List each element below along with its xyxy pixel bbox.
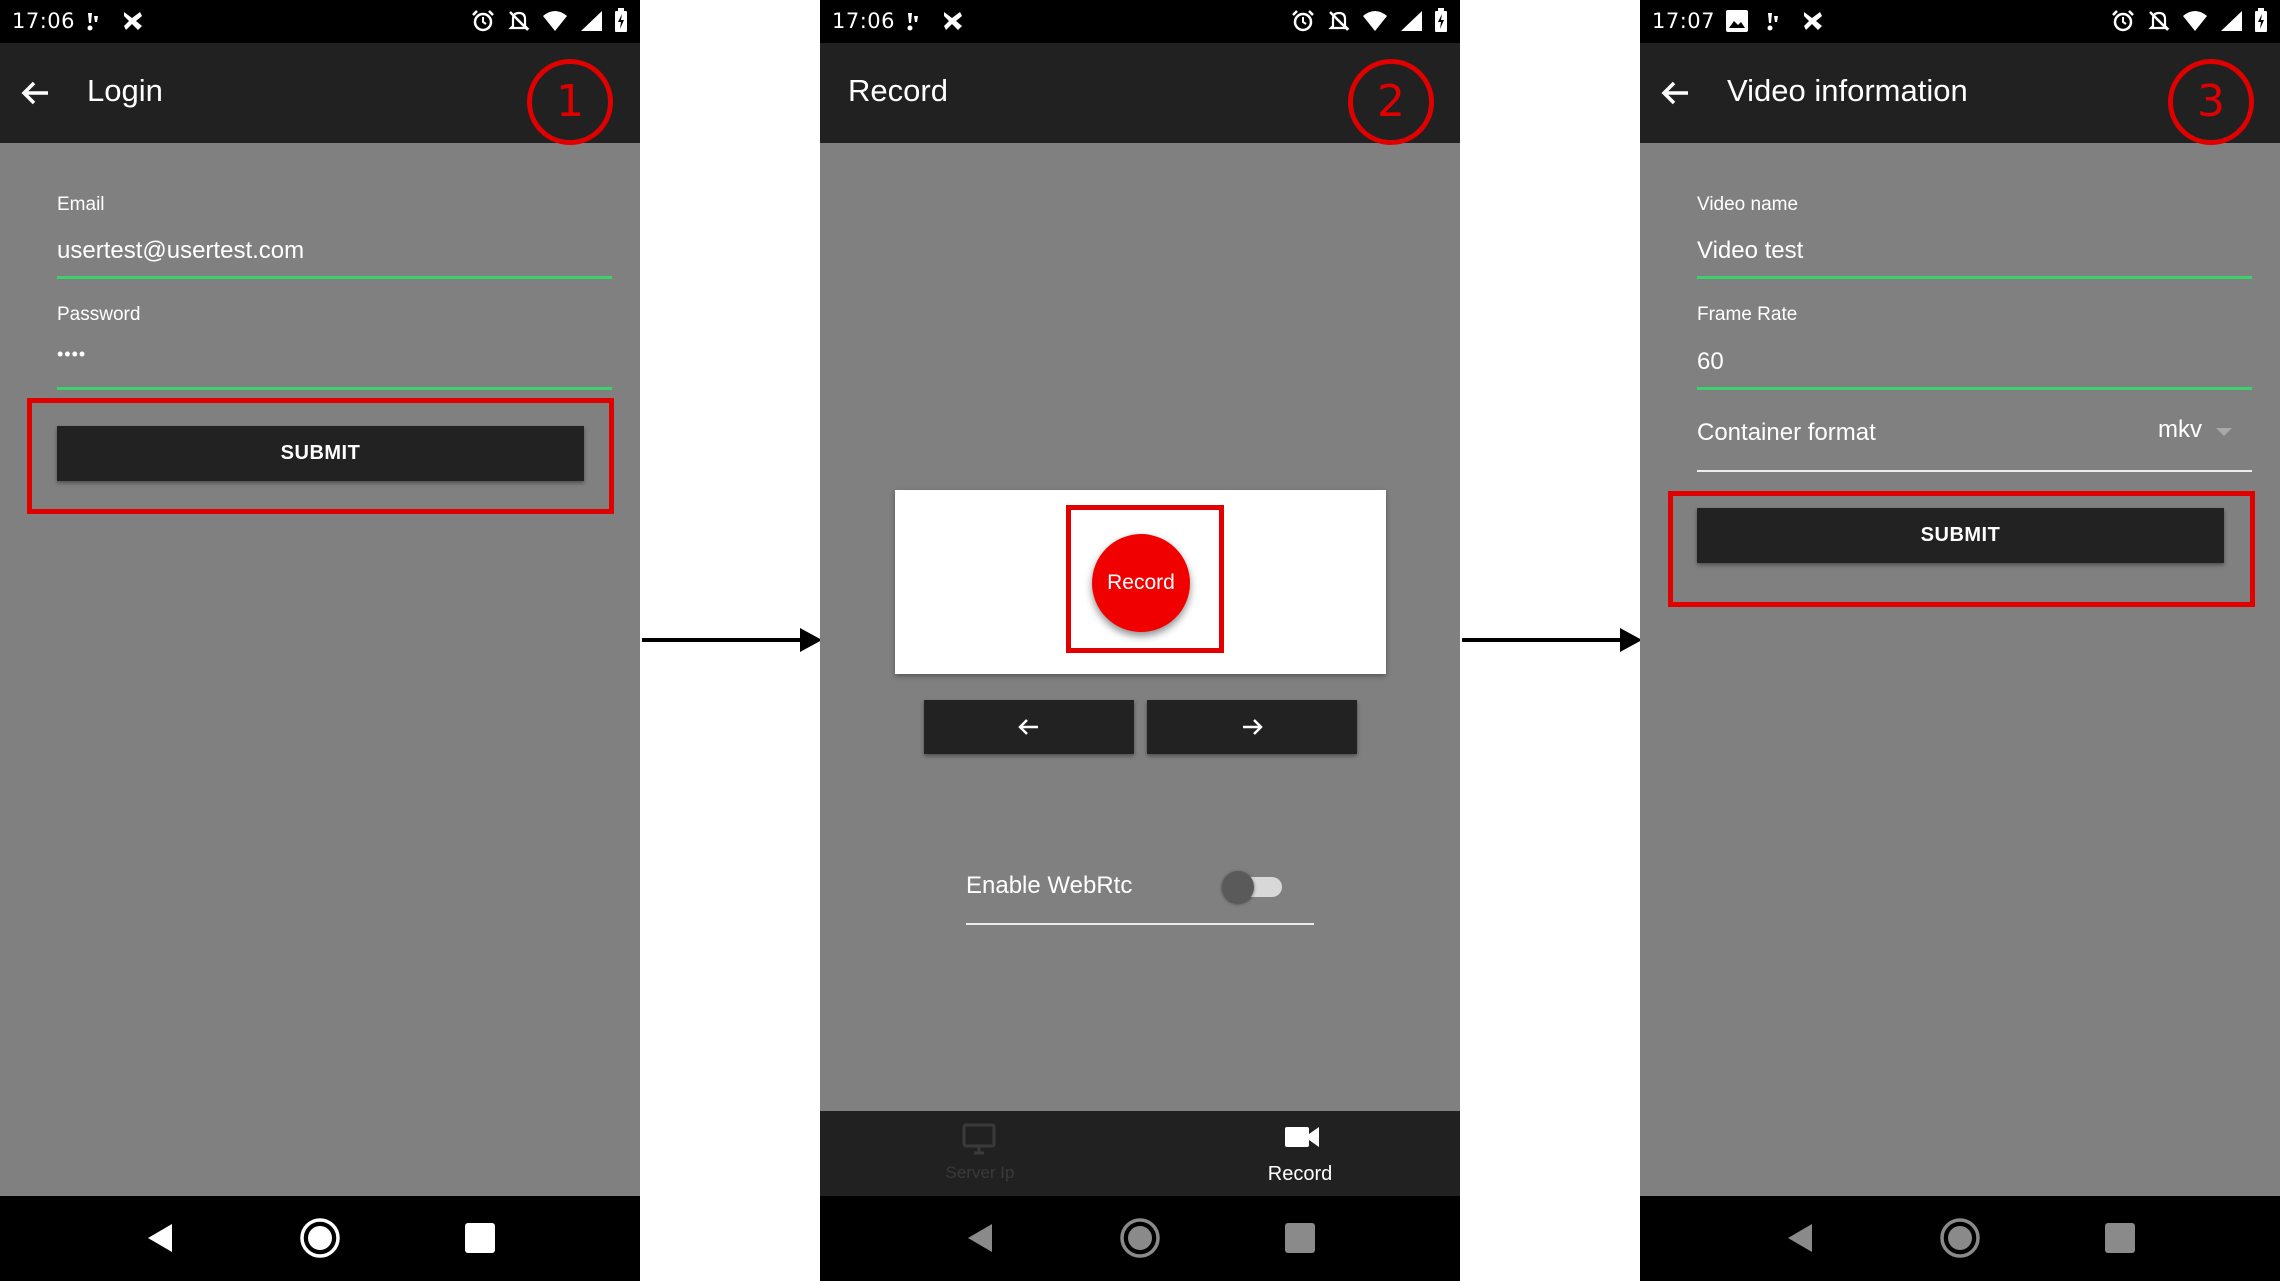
notifications-off-icon [508, 11, 530, 31]
bottom-navigation: Server Ip Record [820, 1111, 1460, 1196]
battery-icon [2255, 8, 2267, 32]
nav-tab-label: Record [1267, 1163, 1333, 1185]
container-format-label: Container format [1697, 419, 1876, 446]
submit-button[interactable]: SUBMIT [1697, 508, 2224, 563]
webrtc-toggle-label: Enable WebRtc [966, 872, 1133, 899]
back-arrow-icon[interactable] [1658, 75, 1694, 111]
video-name-field[interactable]: Video test [1697, 237, 1803, 265]
status-bar: 17:06 [820, 0, 1460, 43]
toggle-underline [966, 923, 1314, 925]
email-label: Email [57, 194, 105, 215]
notifications-off-icon [2148, 11, 2170, 31]
app-notification-icon [1804, 12, 1822, 30]
step-number-badge: 2 [1348, 59, 1434, 145]
page-title: Login [87, 73, 163, 108]
nav-recents-icon[interactable] [465, 1223, 495, 1253]
wifi-icon [1363, 11, 1387, 31]
notification-icons [902, 8, 966, 34]
alarm-icon [2112, 10, 2134, 32]
frame-rate-field[interactable]: 60 [1697, 348, 1724, 376]
nav-tab-server-ip[interactable]: Server Ip [820, 1111, 1140, 1196]
status-time: 17:07 [1652, 9, 1716, 33]
signal-icon [2221, 11, 2242, 31]
alarm-icon [472, 10, 494, 32]
signal-icon [1401, 11, 1422, 31]
arrow-right-icon [1243, 719, 1263, 735]
video-information-screen: 17:07 Video information 3 Video name Vid… [1640, 0, 2280, 1281]
previous-button[interactable] [924, 700, 1134, 754]
step-number-badge: 1 [527, 59, 613, 145]
nav-recents-icon[interactable] [1285, 1223, 1315, 1253]
email-field[interactable]: usertest@usertest.com [57, 237, 304, 265]
container-format-select[interactable]: mkv [2158, 416, 2202, 444]
nav-back-icon[interactable] [1782, 1220, 1818, 1256]
battery-icon [615, 8, 627, 32]
step-number-badge: 3 [2168, 59, 2254, 145]
system-icons [470, 8, 628, 34]
notification-icon [87, 13, 98, 31]
record-card: Record [895, 490, 1386, 674]
status-bar: 17:06 [0, 0, 640, 43]
wifi-icon [543, 11, 567, 31]
status-time: 17:06 [12, 9, 76, 33]
container-format-underline [1697, 470, 2252, 472]
nav-home-icon[interactable] [1938, 1216, 1982, 1260]
notification-icons [82, 8, 146, 34]
app-notification-icon [124, 12, 142, 30]
webrtc-toggle[interactable] [1222, 871, 1286, 903]
signal-icon [581, 11, 602, 31]
monitor-icon [962, 1123, 996, 1155]
system-nav-bar [820, 1196, 1460, 1281]
notification-icons [1724, 8, 1826, 34]
next-button[interactable] [1147, 700, 1357, 754]
submit-button[interactable]: SUBMIT [57, 426, 584, 481]
system-icons [1290, 8, 1448, 34]
system-nav-bar [0, 1196, 640, 1281]
frame-rate-underline [1697, 387, 2252, 390]
page-title: Video information [1727, 73, 1968, 108]
status-time: 17:06 [832, 9, 896, 33]
nav-tab-label: Server Ip [945, 1163, 1015, 1182]
video-name-label: Video name [1697, 194, 1799, 215]
nav-back-icon[interactable] [142, 1220, 178, 1256]
arrow-left-icon [1018, 719, 1038, 735]
nav-tab-record[interactable]: Record [1140, 1111, 1460, 1196]
flow-arrow [642, 628, 822, 652]
nav-home-icon[interactable] [1118, 1216, 1162, 1260]
frame-rate-label: Frame Rate [1697, 304, 1798, 325]
wifi-icon [2183, 11, 2207, 31]
login-screen: 17:06 Login 1 Email usertest@usertest.co… [0, 0, 640, 1281]
alarm-icon [1292, 10, 1314, 32]
image-icon [1726, 10, 1748, 32]
system-nav-bar [1640, 1196, 2280, 1281]
notification-icon [907, 13, 918, 31]
nav-recents-icon[interactable] [2105, 1223, 2135, 1253]
dropdown-caret-icon[interactable] [2216, 428, 2232, 436]
record-button[interactable]: Record [1092, 534, 1190, 632]
notification-icon [1767, 13, 1778, 31]
system-icons [2110, 8, 2268, 34]
notifications-off-icon [1328, 11, 1350, 31]
password-field[interactable]: •••• [57, 344, 86, 365]
flow-arrow [1462, 628, 1642, 652]
app-notification-icon [944, 12, 962, 30]
battery-icon [1435, 8, 1447, 32]
record-screen: 17:06 Record 2 Record Enable WebRtc Serv… [820, 0, 1460, 1281]
page-title: Record [848, 73, 948, 108]
nav-back-icon[interactable] [962, 1220, 998, 1256]
password-underline [57, 387, 612, 390]
status-bar: 17:07 [1640, 0, 2280, 43]
video-name-underline [1697, 276, 2252, 279]
back-arrow-icon[interactable] [18, 75, 54, 111]
videocam-icon [1285, 1127, 1319, 1147]
password-label: Password [57, 304, 141, 325]
email-underline [57, 276, 612, 279]
nav-home-icon[interactable] [298, 1216, 342, 1260]
